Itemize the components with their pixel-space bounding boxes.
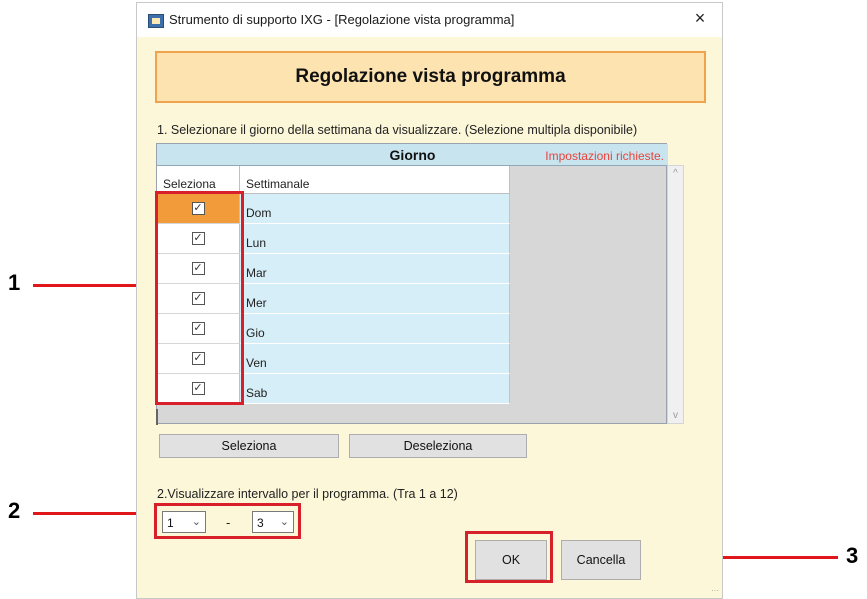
callout-2-highlight: [154, 503, 301, 539]
day-cell[interactable]: Sab: [240, 374, 510, 404]
title-bar: Strumento di supporto IXG - [Regolazione…: [137, 3, 722, 37]
day-cell[interactable]: Gio: [240, 314, 510, 344]
cancel-button[interactable]: Cancella: [561, 540, 641, 580]
page-title: Regolazione vista programma: [295, 66, 566, 87]
close-button[interactable]: ×: [690, 8, 710, 29]
day-cell[interactable]: Dom: [240, 194, 510, 224]
callout-3-number: 3: [846, 543, 859, 568]
section2-instruction: 2.Visualizzare intervallo per il program…: [157, 487, 458, 501]
deselect-all-button[interactable]: Deseleziona: [349, 434, 527, 458]
day-cell[interactable]: Mer: [240, 284, 510, 314]
window-title: Strumento di supporto IXG - [Regolazione…: [169, 12, 515, 27]
section1-instruction: 1. Selezionare il giorno della settimana…: [157, 123, 638, 137]
select-all-button[interactable]: Seleziona: [159, 434, 339, 458]
resize-grip-icon[interactable]: ⋯: [711, 586, 719, 595]
day-cell[interactable]: Ven: [240, 344, 510, 374]
page-header: Regolazione vista programma: [155, 51, 706, 103]
scroll-down-icon[interactable]: v: [668, 410, 683, 421]
callout-3-highlight: [465, 531, 553, 583]
callout-1-highlight: [155, 191, 244, 405]
scroll-up-icon[interactable]: ^: [668, 168, 683, 179]
grid-vertical-scrollbar[interactable]: ^ v: [667, 165, 684, 424]
column-header-select[interactable]: Seleziona: [157, 166, 240, 194]
app-icon: [148, 14, 164, 28]
horizontal-scroll-indicator: [156, 409, 158, 425]
required-note: Impostazioni richieste.: [545, 149, 664, 163]
day-cell[interactable]: Mar: [240, 254, 510, 284]
callout-1-number: 1: [8, 270, 21, 295]
day-cell[interactable]: Lun: [240, 224, 510, 254]
callout-2-number: 2: [8, 498, 21, 523]
column-header-weekday[interactable]: Settimanale: [240, 166, 510, 194]
grid-group-header: Giorno Impostazioni richieste.: [157, 144, 668, 166]
